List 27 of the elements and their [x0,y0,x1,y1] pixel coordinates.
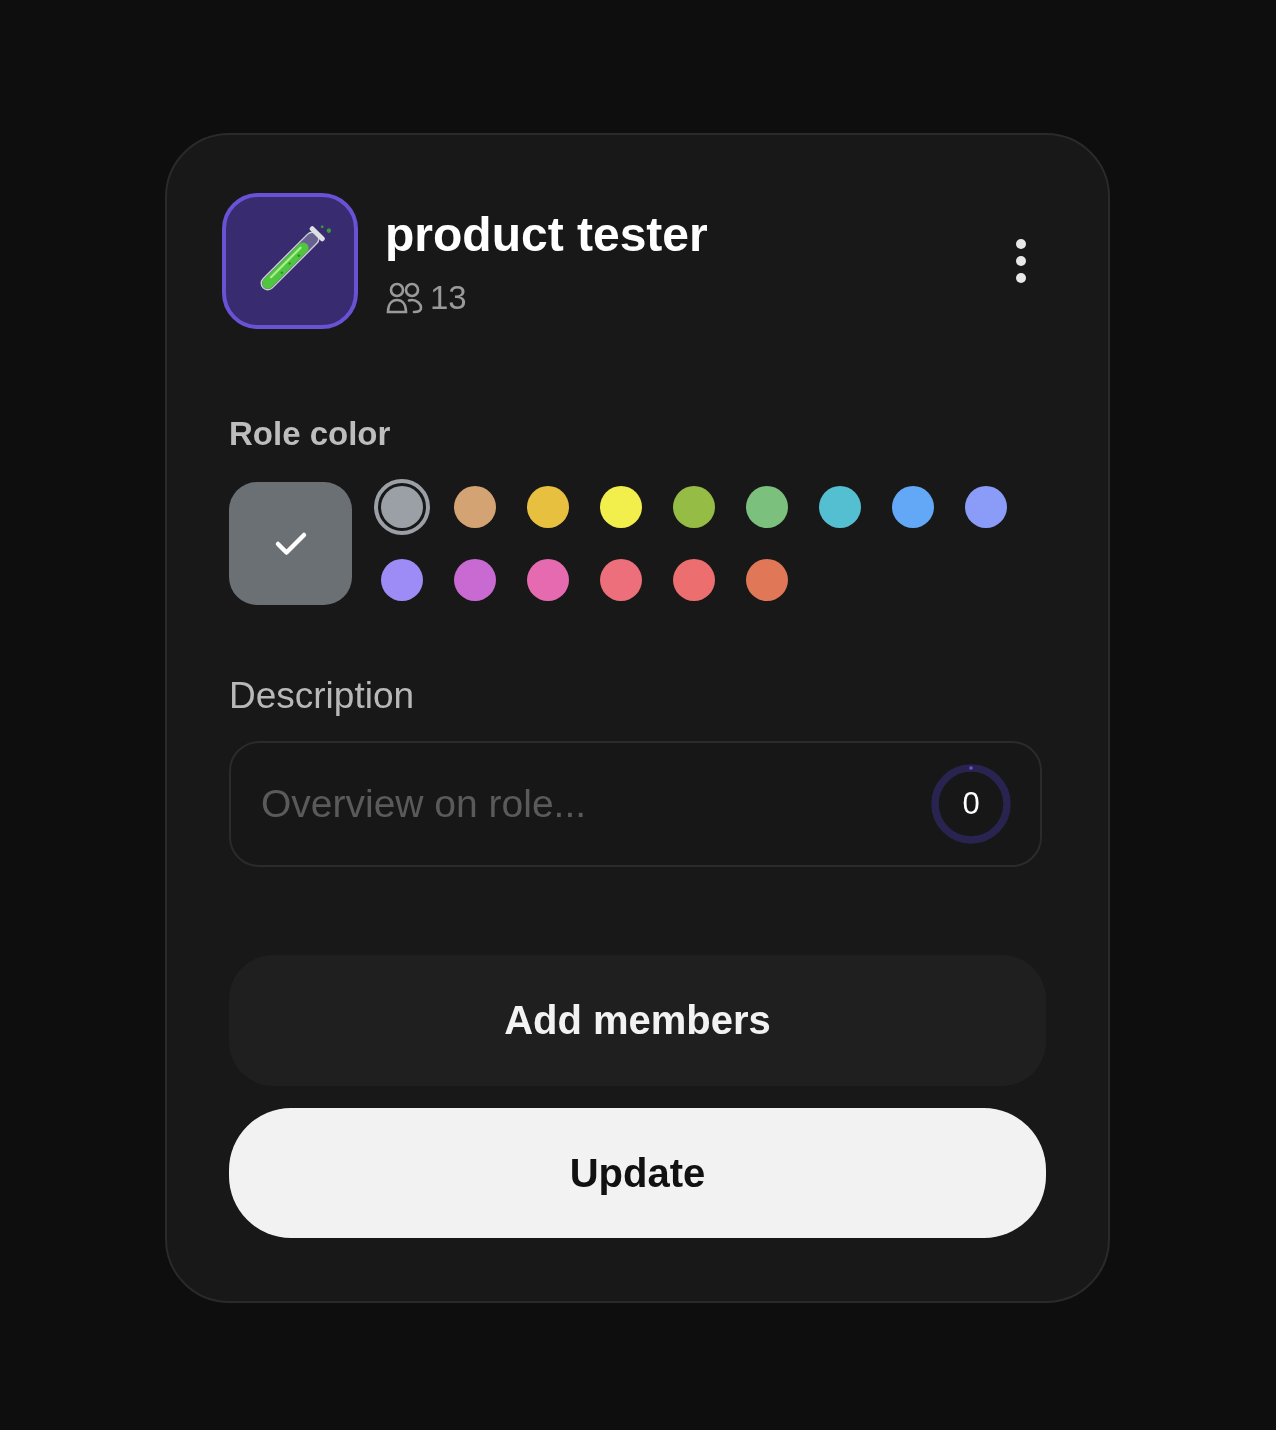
members-icon [386,282,424,314]
character-count: 0 [962,786,980,822]
default-color-swatch[interactable] [229,482,352,605]
role-name: product tester [385,207,708,263]
color-option[interactable] [746,559,788,601]
update-button[interactable]: Update [229,1108,1046,1238]
color-option[interactable] [374,479,430,535]
color-option[interactable] [819,486,861,528]
kebab-menu-icon[interactable] [1015,238,1027,284]
color-option[interactable] [600,559,642,601]
add-members-button[interactable]: Add members [229,955,1046,1086]
color-option[interactable] [892,486,934,528]
member-count: 13 [430,278,467,318]
color-option[interactable] [673,559,715,601]
color-option[interactable] [673,486,715,528]
check-icon [273,530,308,557]
color-option[interactable] [454,559,496,601]
color-option[interactable] [746,486,788,528]
color-option[interactable] [527,486,569,528]
color-option[interactable] [454,486,496,528]
color-option[interactable] [600,486,642,528]
color-option[interactable] [381,559,423,601]
section-label: Description [229,674,415,718]
color-option[interactable] [527,559,569,601]
section-label: Role color [229,414,391,454]
color-option[interactable] [965,486,1007,528]
test-tube-icon [222,193,358,329]
